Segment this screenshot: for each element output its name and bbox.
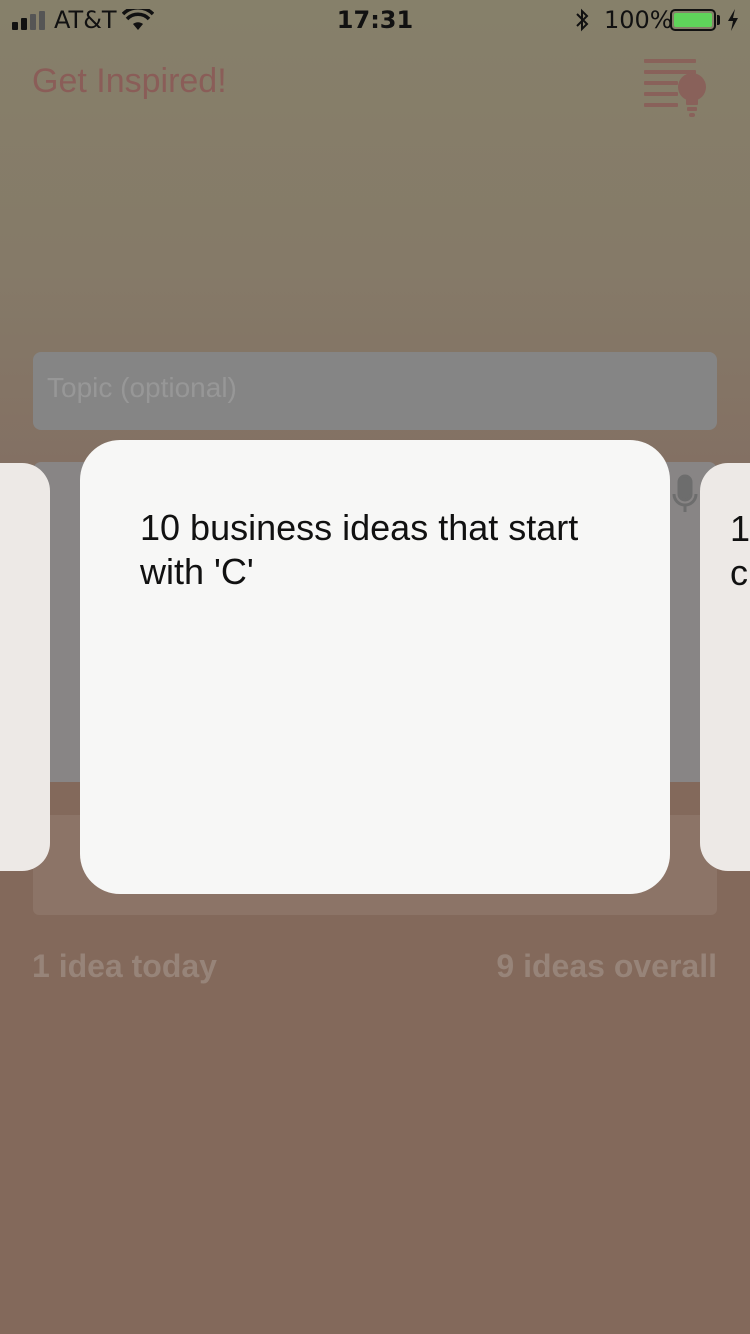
idea-card[interactable]: 10 business ideas that start with 'C' <box>80 440 670 894</box>
battery-cap <box>717 15 720 25</box>
bluetooth-icon <box>576 8 589 32</box>
microphone-icon[interactable] <box>670 474 700 516</box>
idea-card-text: 10 business ideas that start with 'C' <box>140 507 579 592</box>
topic-placeholder: Topic (optional) <box>47 372 237 403</box>
status-bar: AT&T 17:31 100% <box>0 0 750 40</box>
previous-idea-card[interactable] <box>0 463 50 871</box>
battery-icon <box>670 9 716 31</box>
next-idea-card-text: 10 c <box>730 508 750 593</box>
battery-percent: 100% <box>604 6 673 34</box>
next-idea-card[interactable]: 10 c <box>700 463 750 871</box>
page-title: Get Inspired! <box>32 62 227 100</box>
menu-lightbulb-icon[interactable] <box>642 55 710 119</box>
charging-bolt-icon <box>728 9 738 31</box>
ideas-today-count: 1 idea today <box>32 948 217 984</box>
ideas-overall-count: 9 ideas overall <box>496 948 717 984</box>
